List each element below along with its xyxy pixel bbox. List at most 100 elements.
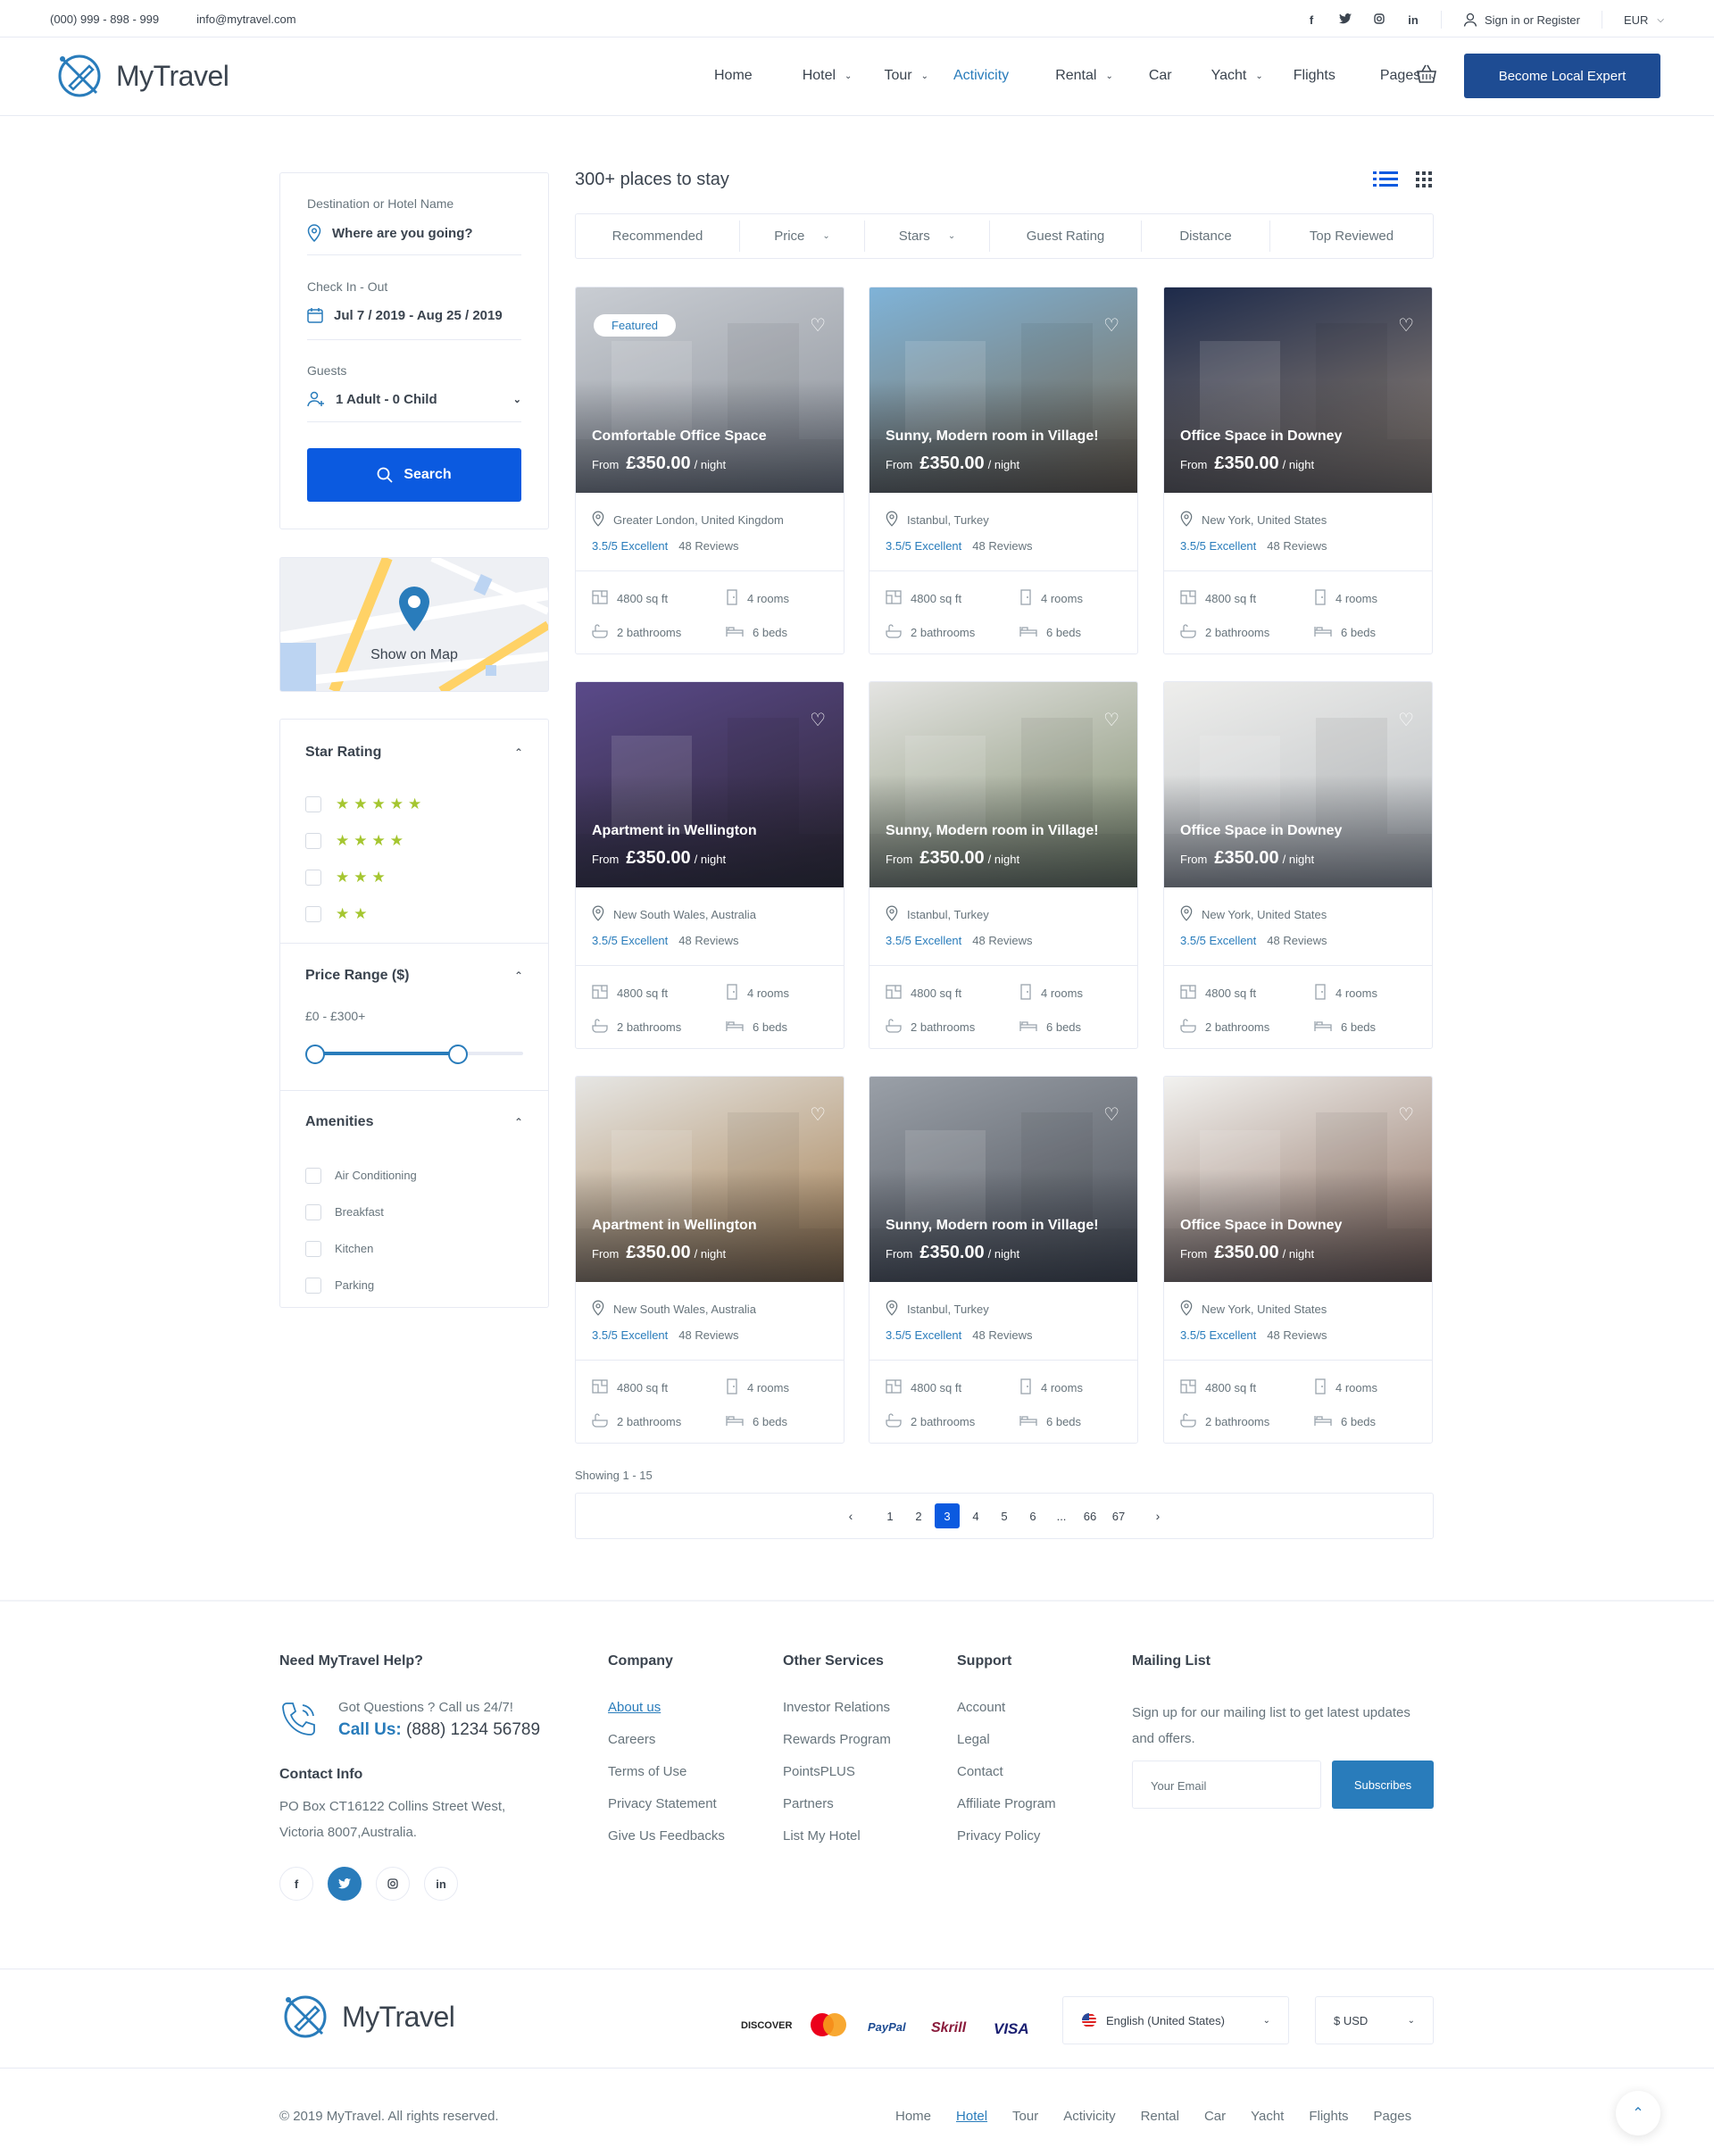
currency-select[interactable]: $ USD ⌄ bbox=[1315, 1996, 1434, 2044]
listing-title[interactable]: Office Space in Downey bbox=[1180, 823, 1342, 839]
subscribe-button[interactable]: Subscribes bbox=[1332, 1761, 1434, 1809]
checkbox[interactable] bbox=[305, 905, 321, 922]
sort-stars[interactable]: Stars ⌄ bbox=[865, 221, 990, 252]
star-filter-row[interactable]: ★★★★ bbox=[305, 822, 426, 859]
footer-link-contact[interactable]: Contact bbox=[957, 1764, 1056, 1779]
heart-icon[interactable]: ♡ bbox=[1103, 1103, 1119, 1126]
topbar-email[interactable]: info@mytravel.com bbox=[196, 12, 295, 26]
star-rating-header[interactable]: Star Rating ⌃ bbox=[305, 745, 523, 761]
listing-title[interactable]: Sunny, Modern room in Village! bbox=[886, 1218, 1099, 1234]
footer-link-terms-of-use[interactable]: Terms of Use bbox=[608, 1764, 725, 1779]
listing-title[interactable]: Apartment in Wellington bbox=[592, 823, 757, 839]
heart-icon[interactable]: ♡ bbox=[1398, 314, 1414, 337]
nav-item-yacht[interactable]: Yacht ⌄ bbox=[1211, 68, 1263, 84]
page-3[interactable]: 3 bbox=[935, 1503, 960, 1528]
amenities-header[interactable]: Amenities ⌃ bbox=[305, 1114, 523, 1130]
logo[interactable]: MyTravel bbox=[54, 50, 229, 102]
reviews-count[interactable]: 48 Reviews bbox=[972, 934, 1032, 947]
listing-card[interactable]: ♡ Sunny, Modern room in Village! From £350.… bbox=[869, 1076, 1138, 1444]
bottom-nav-hotel[interactable]: Hotel bbox=[956, 2109, 987, 2124]
listing-card[interactable]: ♡ Apartment in Wellington From £350.00/ nig… bbox=[575, 1076, 845, 1444]
heart-icon[interactable]: ♡ bbox=[1398, 1103, 1414, 1126]
star-filter-row[interactable]: ★★ bbox=[305, 895, 426, 932]
amenity-breakfast[interactable]: Breakfast bbox=[305, 1194, 417, 1230]
dates-field[interactable]: Jul 7 / 2019 - Aug 25 / 2019 bbox=[307, 307, 503, 323]
bottom-nav-rental[interactable]: Rental bbox=[1141, 2109, 1179, 2124]
nav-item-car[interactable]: Car bbox=[1149, 68, 1172, 84]
heart-icon[interactable]: ♡ bbox=[810, 1103, 826, 1126]
cart-icon[interactable] bbox=[1416, 64, 1437, 87]
amenity-air-conditioning[interactable]: Air Conditioning bbox=[305, 1157, 417, 1194]
listing-title[interactable]: Office Space in Downey bbox=[1180, 1218, 1342, 1234]
guests-field[interactable]: 1 Adult - 0 Child ⌄ bbox=[307, 391, 521, 407]
reviews-count[interactable]: 48 Reviews bbox=[678, 539, 738, 553]
footer-link-privacy-statement[interactable]: Privacy Statement bbox=[608, 1796, 725, 1811]
footer-link-partners[interactable]: Partners bbox=[783, 1796, 891, 1811]
footer-link-affiliate-program[interactable]: Affiliate Program bbox=[957, 1796, 1056, 1811]
listing-card[interactable]: ♡ Office Space in Downey From £350.00/ nigh… bbox=[1163, 681, 1433, 1049]
nav-item-tour[interactable]: Tour ⌄ bbox=[884, 68, 928, 84]
twitter-icon[interactable] bbox=[328, 1867, 362, 1901]
checkbox[interactable] bbox=[305, 1240, 321, 1257]
nav-item-flights[interactable]: Flights bbox=[1294, 68, 1335, 84]
page-67[interactable]: 67 bbox=[1106, 1503, 1131, 1528]
sort-recommended[interactable]: Recommended bbox=[576, 221, 740, 252]
signin-link[interactable]: Sign in or Register bbox=[1463, 12, 1580, 27]
price-range-slider[interactable] bbox=[305, 1045, 523, 1064]
listing-card[interactable]: ♡ Apartment in Wellington From £350.00/ nig… bbox=[575, 681, 845, 1049]
page-1[interactable]: 1 bbox=[878, 1503, 903, 1528]
list-view-icon[interactable] bbox=[1373, 171, 1398, 191]
sort-price[interactable]: Price ⌄ bbox=[740, 221, 865, 252]
bottom-nav-activicity[interactable]: Activicity bbox=[1063, 2109, 1115, 2124]
listing-title[interactable]: Comfortable Office Space bbox=[592, 429, 767, 445]
checkbox[interactable] bbox=[305, 869, 321, 886]
listing-title[interactable]: Sunny, Modern room in Village! bbox=[886, 823, 1099, 839]
call-us[interactable]: Call Us: (888) 1234 56789 bbox=[338, 1720, 540, 1740]
bottom-nav-yacht[interactable]: Yacht bbox=[1251, 2109, 1284, 2124]
sort-distance[interactable]: Distance bbox=[1142, 221, 1270, 252]
nav-item-hotel[interactable]: Hotel ⌄ bbox=[803, 68, 853, 84]
listing-card[interactable]: Featured ♡ Comfortable Office Space From £35… bbox=[575, 287, 845, 654]
slider-handle-max[interactable] bbox=[447, 1045, 468, 1064]
bottom-nav-tour[interactable]: Tour bbox=[1012, 2109, 1038, 2124]
currency-dropdown[interactable]: EUR ⌵ bbox=[1624, 13, 1664, 27]
checkbox[interactable] bbox=[305, 1167, 321, 1184]
destination-field[interactable]: Where are you going? bbox=[307, 224, 473, 242]
footer-link-about-us[interactable]: About us bbox=[608, 1700, 725, 1715]
next-page-icon[interactable]: › bbox=[1145, 1503, 1170, 1528]
heart-icon[interactable]: ♡ bbox=[810, 709, 826, 731]
star-filter-row[interactable]: ★★★★★ bbox=[305, 786, 426, 822]
reviews-count[interactable]: 48 Reviews bbox=[1267, 539, 1327, 553]
heart-icon[interactable]: ♡ bbox=[1103, 314, 1119, 337]
nav-item-home[interactable]: Home bbox=[714, 68, 753, 84]
footer-link-legal[interactable]: Legal bbox=[957, 1732, 1056, 1747]
nav-item-rental[interactable]: Rental ⌄ bbox=[1055, 68, 1113, 84]
sort-top-reviewed[interactable]: Top Reviewed bbox=[1270, 221, 1433, 252]
bottom-nav-home[interactable]: Home bbox=[895, 2109, 931, 2124]
facebook-icon[interactable]: f bbox=[279, 1867, 313, 1901]
amenity-parking[interactable]: Parking bbox=[305, 1267, 417, 1303]
grid-view-icon[interactable] bbox=[1416, 171, 1432, 191]
footer-link-rewards-program[interactable]: Rewards Program bbox=[783, 1732, 891, 1747]
listing-card[interactable]: ♡ Office Space in Downey From £350.00/ nigh… bbox=[1163, 1076, 1433, 1444]
star-filter-row[interactable]: ★★★ bbox=[305, 859, 426, 895]
twitter-icon[interactable] bbox=[1339, 12, 1352, 27]
page-2[interactable]: 2 bbox=[906, 1503, 931, 1528]
footer-link-give-us-feedbacks[interactable]: Give Us Feedbacks bbox=[608, 1828, 725, 1844]
price-range-header[interactable]: Price Range ($) ⌃ bbox=[305, 968, 523, 984]
heart-icon[interactable]: ♡ bbox=[1103, 709, 1119, 731]
page-5[interactable]: 5 bbox=[992, 1503, 1017, 1528]
prev-page-icon[interactable]: ‹ bbox=[838, 1503, 863, 1528]
footer-link-privacy-policy[interactable]: Privacy Policy bbox=[957, 1828, 1056, 1844]
footer-link-investor-relations[interactable]: Investor Relations bbox=[783, 1700, 891, 1715]
footer-link-pointsplus[interactable]: PointsPLUS bbox=[783, 1764, 891, 1779]
bottom-nav-pages[interactable]: Pages bbox=[1374, 2109, 1412, 2124]
checkbox[interactable] bbox=[305, 832, 321, 849]
linkedin-icon[interactable]: in bbox=[424, 1867, 458, 1901]
reviews-count[interactable]: 48 Reviews bbox=[1267, 1328, 1327, 1342]
page-66[interactable]: 66 bbox=[1077, 1503, 1102, 1528]
checkbox[interactable] bbox=[305, 1203, 321, 1220]
footer-logo[interactable]: MyTravel bbox=[279, 1991, 455, 2043]
nav-item-activicity[interactable]: Activicity bbox=[953, 68, 1009, 84]
language-dropdown[interactable]: English (United States) ⌄ bbox=[1062, 1996, 1289, 2044]
